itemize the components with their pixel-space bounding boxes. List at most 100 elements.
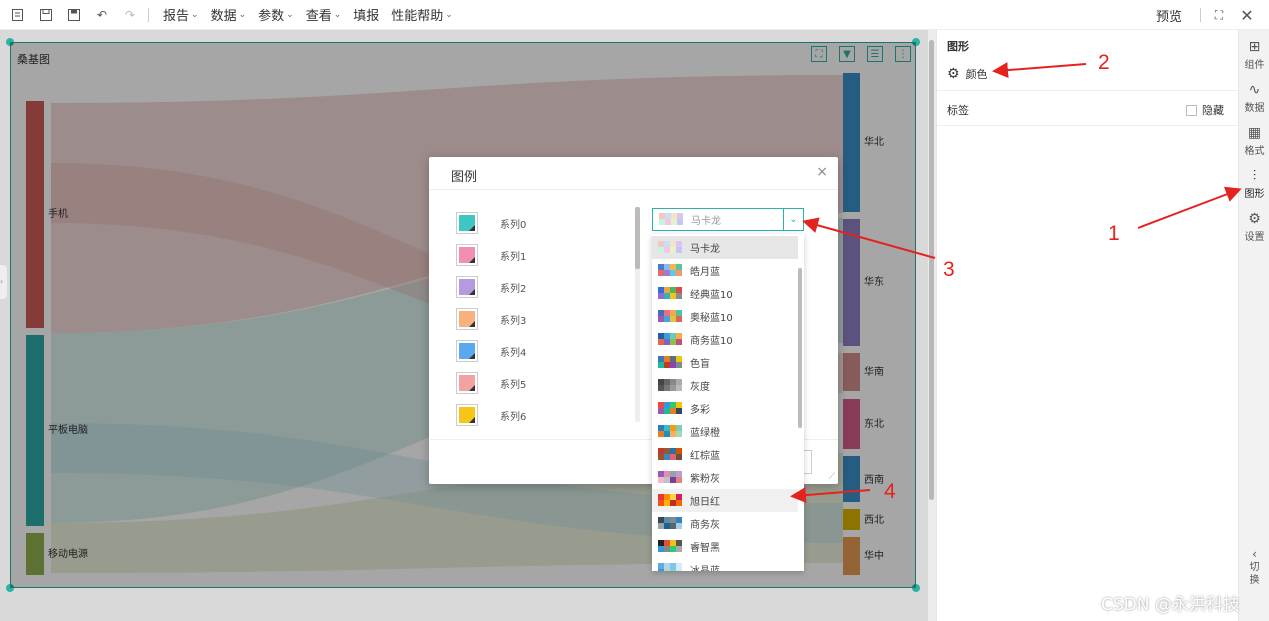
tab-data[interactable]: ∿ 数据 xyxy=(1239,77,1269,119)
fullscreen-icon[interactable]: ⛶ xyxy=(1209,5,1229,25)
canvas-scrollbar-thumb[interactable] xyxy=(929,40,934,500)
palette-option[interactable]: 冰晶蓝 xyxy=(652,558,798,571)
series-color-swatch[interactable] xyxy=(456,340,478,362)
swatch-corner-icon xyxy=(469,353,475,359)
series-label: 系列0 xyxy=(500,219,527,231)
menu-view[interactable]: 查看 ⌄ xyxy=(306,5,342,24)
palette-preview xyxy=(658,494,684,507)
menu-data[interactable]: 数据 ⌄ xyxy=(211,5,247,24)
chevron-down-icon[interactable]: ⌄ xyxy=(783,209,803,230)
redo-icon[interactable]: ↷ xyxy=(120,5,140,25)
resize-grip-icon[interactable]: ⟋ xyxy=(829,472,835,482)
tab-graphic[interactable]: ⫶ 图形 xyxy=(1239,163,1269,205)
palette-chip xyxy=(676,408,682,414)
palette-preview xyxy=(658,540,684,553)
swatch-corner-icon xyxy=(469,385,475,391)
tab-label: 数据 xyxy=(1244,103,1265,114)
palette-option-label: 红棕蓝 xyxy=(690,451,720,462)
undo-icon[interactable]: ↶ xyxy=(92,5,112,25)
series-color-swatch[interactable] xyxy=(456,308,478,330)
palette-option-label: 商务蓝10 xyxy=(690,336,733,347)
palette-option[interactable]: 皓月蓝 xyxy=(652,259,798,282)
palette-option[interactable]: 奥秘蓝10 xyxy=(652,305,798,328)
tab-component[interactable]: ⊞ 组件 xyxy=(1239,34,1269,76)
color-setting[interactable]: ⚙ 颜色 xyxy=(947,66,988,82)
data-icon: ∿ xyxy=(1248,82,1261,98)
series-color-swatch[interactable] xyxy=(456,212,478,234)
toolbar-divider xyxy=(148,7,149,22)
series-color-swatch[interactable] xyxy=(456,244,478,266)
series-color-swatch[interactable] xyxy=(456,276,478,298)
swatch-corner-icon xyxy=(469,225,475,231)
checkbox-box[interactable] xyxy=(1186,104,1197,116)
palette-option[interactable]: 睿智黑 xyxy=(652,535,798,558)
save-as-icon[interactable] xyxy=(64,5,84,25)
menu-params[interactable]: 参数 ⌄ xyxy=(258,5,294,24)
collapse-left-icon[interactable]: › xyxy=(0,265,7,299)
chevron-down-icon: ⌄ xyxy=(333,9,342,20)
palette-option[interactable]: 多彩 xyxy=(652,397,798,420)
settings-icon: ⚙ xyxy=(1248,211,1261,227)
palette-option-label: 灰度 xyxy=(690,382,710,393)
palette-preview xyxy=(658,287,684,300)
menu-report-label: 报告 xyxy=(163,9,190,24)
palette-option[interactable]: 经典蓝10 xyxy=(652,282,798,305)
palette-option[interactable]: 商务灰 xyxy=(652,512,798,535)
palette-option[interactable]: 红棕蓝 xyxy=(652,443,798,466)
hide-label: 隐藏 xyxy=(1202,104,1224,117)
palette-preview xyxy=(658,379,684,392)
series-row: 系列3 xyxy=(456,306,526,332)
palette-chip xyxy=(676,293,682,299)
palette-scrollbar-thumb[interactable] xyxy=(798,268,802,428)
palette-option[interactable]: 马卡龙 xyxy=(652,236,798,259)
palette-option-label: 多彩 xyxy=(690,405,710,416)
watermark: CSDN @永洪科技 xyxy=(1101,595,1240,615)
color-label: 颜色 xyxy=(965,68,988,81)
palette-option[interactable]: 旭日红 xyxy=(652,489,798,512)
series-scrollbar-thumb[interactable] xyxy=(635,207,640,269)
tab-label: 组件 xyxy=(1244,60,1265,71)
palette-option-label: 紫粉灰 xyxy=(690,474,720,485)
palette-option[interactable]: 紫粉灰 xyxy=(652,466,798,489)
menu-help[interactable]: 性能帮助 ⌄ xyxy=(391,5,453,24)
palette-option[interactable]: 蓝绿橙 xyxy=(652,420,798,443)
palette-chip xyxy=(676,316,682,322)
palette-preview xyxy=(658,471,684,484)
series-color-swatch[interactable] xyxy=(456,404,478,426)
series-label: 系列2 xyxy=(500,283,527,295)
palette-option-label: 睿智黑 xyxy=(690,543,720,554)
palette-preview xyxy=(658,241,684,254)
close-icon[interactable]: × xyxy=(816,164,828,180)
tab-settings[interactable]: ⚙ 设置 xyxy=(1239,206,1269,248)
series-row: 系列0 xyxy=(456,210,526,236)
close-icon[interactable]: ✕ xyxy=(1237,5,1257,25)
switch-char: 换 xyxy=(1249,575,1260,586)
palette-option-label: 奥秘蓝10 xyxy=(690,313,733,324)
menu-view-label: 查看 xyxy=(305,9,332,24)
toolbar-right: 预览 ⛶ ✕ xyxy=(1150,0,1269,30)
palette-select[interactable]: 马卡龙 ⌄ xyxy=(652,208,804,231)
menu-report[interactable]: 报告 ⌄ xyxy=(163,5,199,24)
hide-checkbox[interactable]: 隐藏 xyxy=(1186,102,1224,118)
format-icon: ▦ xyxy=(1247,125,1262,141)
toolbar-divider xyxy=(1200,8,1201,22)
palette-preview xyxy=(658,402,684,415)
palette-option[interactable]: 色盲 xyxy=(652,351,798,374)
tab-format[interactable]: ▦ 格式 xyxy=(1239,120,1269,162)
tab-label: 设置 xyxy=(1244,232,1265,243)
palette-option[interactable]: 商务蓝10 xyxy=(652,328,798,351)
palette-chip xyxy=(676,500,682,506)
series-row: 系列2 xyxy=(456,274,526,300)
series-color-swatch[interactable] xyxy=(456,372,478,394)
menu-help-label: 性能帮助 xyxy=(391,9,444,24)
preview-button[interactable]: 预览 xyxy=(1156,6,1182,25)
new-report-icon[interactable] xyxy=(8,5,28,25)
palette-preview xyxy=(658,356,684,369)
palette-chip xyxy=(676,454,682,460)
switch-char: 切 xyxy=(1249,562,1260,573)
palette-option[interactable]: 灰度 xyxy=(652,374,798,397)
series-label: 系列6 xyxy=(500,411,527,423)
menu-fill[interactable]: 填报 xyxy=(353,5,379,24)
switch-tab[interactable]: ‹ 切 换 xyxy=(1239,548,1269,587)
save-icon[interactable] xyxy=(36,5,56,25)
